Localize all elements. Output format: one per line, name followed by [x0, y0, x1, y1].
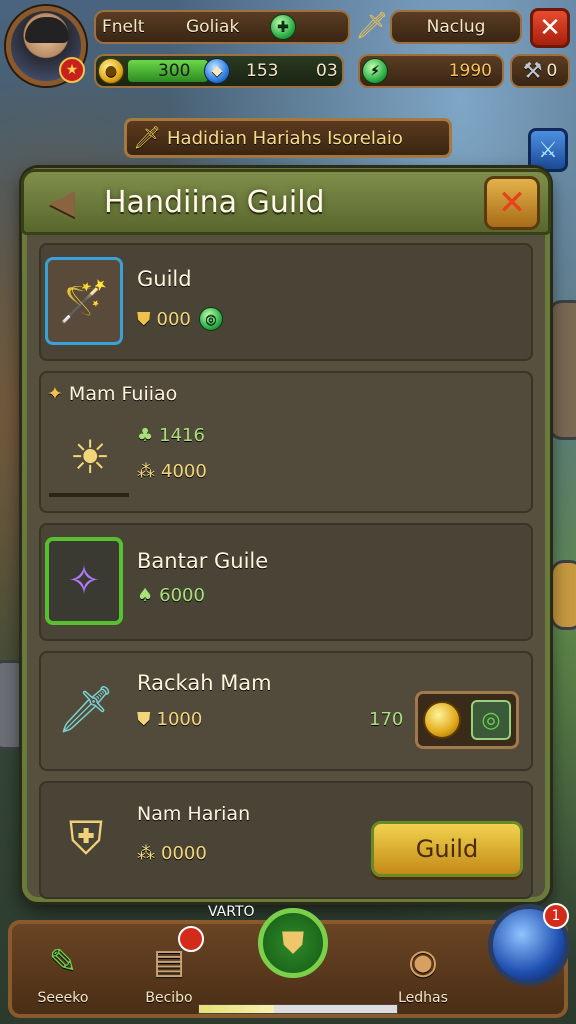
progress-fill [199, 1005, 275, 1013]
nav-label: Becibo [145, 990, 193, 1006]
top-close-button[interactable]: ✕ [530, 8, 570, 48]
notification-badge [178, 926, 204, 952]
item-name: Guild [137, 267, 192, 291]
reward-count: 170 [369, 709, 404, 730]
nav-item-becibo[interactable]: ▤ Becibo [124, 926, 214, 1006]
map-icon: ✎ [48, 942, 78, 982]
side-quest-button[interactable]: ⚔ [528, 128, 568, 172]
background-coin-stack [550, 560, 576, 630]
hammer-icon: ⚒ [522, 58, 543, 84]
close-icon: ✕ [539, 13, 561, 43]
leaf-icon: ♣ [137, 425, 154, 446]
gems-extra: 03 [316, 61, 338, 81]
gold-amount: 300 [158, 61, 191, 81]
close-icon: ✕ [497, 183, 527, 223]
player-avatar[interactable]: ★ [6, 6, 86, 86]
item-stat: ⛊ 1000 [137, 709, 202, 730]
avatar-hair [25, 17, 69, 43]
sparkle-icon: ✦ [47, 383, 63, 405]
list-item[interactable]: ✦ Mam Fuiiao ☀ ♣ 1416 ⁂ 4000 [39, 371, 533, 513]
item-name: Nam Harian [137, 803, 251, 825]
blue-gem-icon: ◆ [204, 58, 230, 84]
item-name: ✦ Mam Fuiiao [47, 383, 177, 405]
banner-sword-icon: 🗡 [133, 125, 161, 151]
region-bar[interactable]: Naclug [390, 10, 522, 44]
panel-title: Handiina Guild [104, 184, 325, 220]
energy-amount: 1990 [448, 61, 492, 81]
gems-amount: 153 [246, 61, 279, 81]
coins-icon: ⁂ [137, 461, 155, 482]
staff-icon: 🪄 [45, 257, 123, 345]
back-arrow-icon: ◀ [48, 182, 76, 222]
region-sword-icon: 🗡 [355, 11, 389, 41]
back-button[interactable]: ◀ [30, 179, 94, 225]
guild-list: 🪄 Guild ⛊ 000 ◎ ✦ Mam Fuiiao ☀ ♣ 1416 ⁂ 4… [39, 243, 533, 899]
center-shield-button[interactable]: ⛊ [258, 908, 328, 978]
bottom-nav: ✎ Seeeko ▤ Becibo VARTO ⛊ ◉ Ledhas 1 [8, 903, 570, 1018]
guild-panel: ◀ Handiina Guild ✕ 🪄 Guild ⛊ 000 ◎ ✦ Mam … [21, 168, 551, 902]
background-pillar [548, 300, 576, 440]
wand-icon: ✧ [45, 537, 123, 625]
list-item[interactable]: 🪄 Guild ⛊ 000 ◎ [39, 243, 533, 361]
orb-badge: 1 [543, 903, 569, 929]
dagger-icon: 🗡 [56, 681, 116, 736]
item-stat: ⛊ 000 ◎ [137, 307, 223, 331]
center-label: VARTO [208, 904, 255, 920]
guild-name: Goliak [186, 17, 240, 37]
shield-icon: ⛊ [281, 925, 305, 961]
item-stat-value: 1000 [156, 709, 203, 730]
winged-shield-icon: ⛨ [68, 811, 104, 865]
panel-header: ◀ Handiina Guild ✕ [21, 169, 551, 235]
item-stat-value: 4000 [161, 461, 207, 482]
item-divider [49, 493, 129, 497]
item-stat: ♠ 6000 [137, 585, 205, 606]
energy-icon: ⚡ [362, 58, 388, 84]
list-item[interactable]: ✧ Bantar Guile ♠ 6000 [39, 523, 533, 641]
tree-icon: ♠ [137, 585, 154, 606]
list-item[interactable]: 🗡 Rackah Mam ⛊ 1000 170 ◎ [39, 651, 533, 771]
gold-coin-icon: ● [98, 58, 124, 84]
item-stat: ⁂ 0000 [137, 843, 207, 864]
player-name: Fnelt [102, 17, 145, 37]
item-name-text: Mam Fuiiao [68, 383, 178, 405]
item-stat-1: ♣ 1416 [137, 425, 205, 446]
sun-emblem-icon: ☀ [69, 430, 111, 484]
tools-zero: 0 [546, 61, 558, 81]
shield-icon: ⛊ [137, 709, 151, 730]
shield-icon: ⛊ [137, 308, 151, 330]
item-name: Rackah Mam [137, 671, 272, 695]
item-stat-value: 000 [156, 308, 191, 330]
currency-bar: ● 300 ◆ 153 03 [94, 54, 344, 88]
rank-shield-icon: ★ [59, 57, 85, 83]
blue-sword-icon: ⚔ [538, 137, 558, 163]
top-bar: ★ Fnelt Goliak ✚ 🗡 Naclug ✕ ● 300 ◆ 153 … [6, 6, 570, 96]
tools-button[interactable]: ⚒ 0 [510, 54, 570, 88]
coin-stack-icon [423, 701, 461, 739]
list-item[interactable]: ⛨ Nam Harian ⁂ 0000 Guild [39, 781, 533, 899]
shield-emblem-icon: ◉ [408, 942, 438, 982]
coins-icon: ⁂ [137, 843, 155, 864]
panel-close-button[interactable]: ✕ [484, 176, 540, 230]
nav-label: Seeeko [37, 990, 89, 1006]
item-name: Bantar Guile [137, 549, 269, 573]
item-stat-value: 0000 [161, 843, 207, 864]
guild-button[interactable]: Guild [371, 821, 523, 877]
green-gem-icon: ✚ [270, 14, 296, 40]
nav-item-ledhas[interactable]: ◉ Ledhas [378, 938, 468, 1006]
region-label: Naclug [426, 17, 486, 37]
emerald-icon: ◎ [471, 700, 511, 740]
item-stat-value: 1416 [159, 425, 205, 446]
emblem-icon: ◎ [198, 307, 223, 331]
reward-box[interactable]: ◎ [415, 691, 519, 749]
nav-label: Ledhas [398, 990, 448, 1006]
energy-bar: ⚡ 1990 [358, 54, 504, 88]
item-stat-value: 6000 [159, 585, 205, 606]
item-stat-2: ⁂ 4000 [137, 461, 207, 482]
player-info-bar[interactable]: Fnelt Goliak ✚ [94, 10, 350, 44]
banner-text: Hadidian Hariahs Isorelaio [167, 127, 403, 149]
event-banner[interactable]: 🗡 Hadidian Hariahs Isorelaio [124, 118, 452, 158]
nav-item-seeeko[interactable]: ✎ Seeeko [18, 938, 108, 1006]
magic-orb-button[interactable]: 1 [488, 903, 570, 986]
progress-bar [198, 1004, 398, 1014]
